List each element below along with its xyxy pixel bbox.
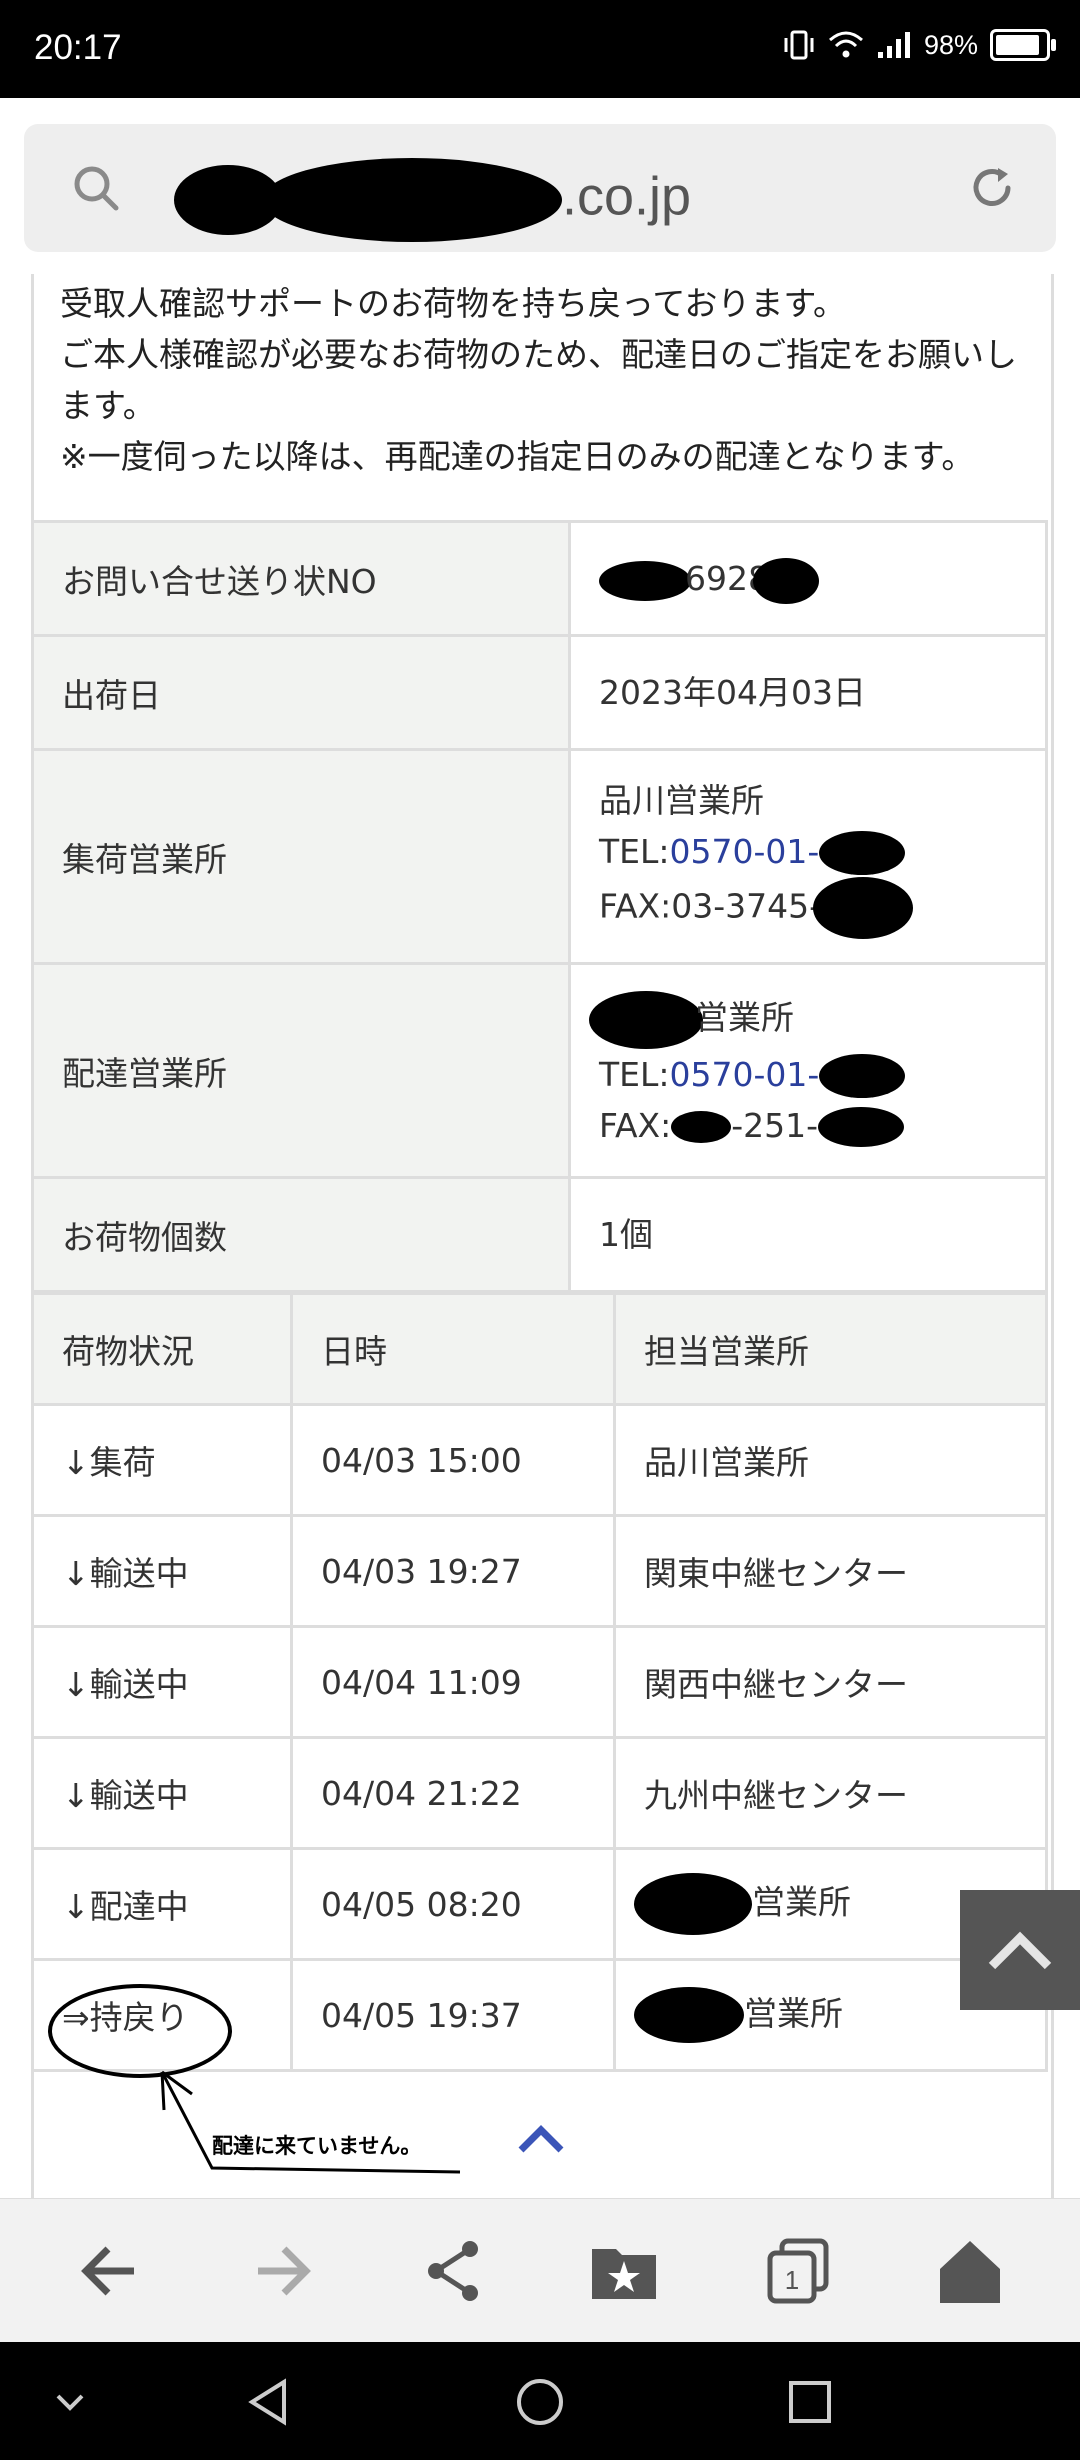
shipment-info-table: お問い合せ送り状NO 6928 出荷日 2023年04月03日 集荷営業所 品川… bbox=[31, 520, 1048, 1293]
status-bar: 20:17 98% bbox=[0, 0, 1080, 98]
search-icon bbox=[74, 166, 119, 211]
browser-toolbar: 1 bbox=[0, 2198, 1080, 2343]
pickup-office-label: 集荷営業所 bbox=[31, 748, 571, 965]
table-row: ↓配達中 04/05 08:20 営業所 bbox=[31, 1847, 1048, 1961]
scroll-top-button[interactable] bbox=[960, 1890, 1080, 2010]
vibrate-icon bbox=[784, 30, 814, 60]
table-row: ↓輸送中 04/04 11:09 関西中継センター bbox=[31, 1625, 1048, 1739]
row-office: 関西中継センター bbox=[613, 1625, 1048, 1739]
redacted-mark bbox=[589, 990, 703, 1049]
bookmark-icon[interactable] bbox=[588, 2235, 660, 2307]
row-status: ↓輸送中 bbox=[31, 1736, 293, 1850]
row-datetime: 04/03 19:27 bbox=[290, 1514, 616, 1628]
count-label: お荷物個数 bbox=[31, 1176, 571, 1293]
share-icon[interactable] bbox=[418, 2235, 490, 2307]
nav-back-icon[interactable] bbox=[240, 2372, 300, 2432]
ship-date-label: 出荷日 bbox=[31, 634, 571, 751]
tracking-header-row: 荷物状況 日時 担当営業所 bbox=[31, 1292, 1048, 1406]
row-datetime: 04/04 21:22 bbox=[290, 1736, 616, 1850]
pickup-office-value: 品川営業所 TEL:0570-01- FAX:03-3745- bbox=[568, 748, 1048, 965]
delivery-fax: FAX: -251- bbox=[599, 1100, 1017, 1151]
home-icon[interactable] bbox=[934, 2235, 1006, 2307]
pickup-fax: FAX:03-3745- bbox=[599, 876, 1017, 939]
battery-percent: 98% bbox=[923, 29, 978, 60]
redacted-mark bbox=[813, 876, 914, 939]
delivery-tel: TEL:0570-01- bbox=[599, 1049, 1017, 1100]
delivery-office-label: 配達営業所 bbox=[31, 962, 571, 1179]
tracking-history-table: 荷物状況 日時 担当営業所 ↓集荷 04/03 15:00 品川営業所 ↓輸送中… bbox=[31, 1292, 1048, 2072]
table-row: ↓輸送中 04/04 21:22 九州中継センター bbox=[31, 1736, 1048, 1850]
redacted-mark bbox=[634, 1873, 752, 1935]
delivery-tel-link[interactable]: 0570-01- bbox=[670, 1055, 820, 1094]
reload-icon[interactable] bbox=[964, 160, 1020, 216]
address-bar[interactable]: .co.jp bbox=[24, 124, 1056, 252]
annotation-text: 配達に来ていません。 bbox=[212, 2134, 422, 2158]
info-row-count: お荷物個数 1個 bbox=[31, 1176, 1048, 1293]
battery-icon bbox=[990, 29, 1056, 61]
row-office: 関東中継センター bbox=[613, 1514, 1048, 1628]
row-status: ↓配達中 bbox=[31, 1847, 293, 1961]
redacted-mark bbox=[752, 557, 819, 604]
delivery-office-value: 営業所 TEL:0570-01- FAX: -251- bbox=[568, 962, 1048, 1179]
row-datetime: 04/05 08:20 bbox=[290, 1847, 616, 1961]
col-office: 担当営業所 bbox=[613, 1292, 1048, 1406]
info-row-delivery-office: 配達営業所 営業所 TEL:0570-01- FAX: -251- bbox=[31, 962, 1048, 1179]
table-row: ↓輸送中 04/03 19:27 関東中継センター bbox=[31, 1514, 1048, 1628]
info-row-pickup-office: 集荷営業所 品川営業所 TEL:0570-01- FAX:03-3745- bbox=[31, 748, 1048, 965]
row-status: ↓輸送中 bbox=[31, 1514, 293, 1628]
status-icons: 98% bbox=[782, 28, 1056, 62]
notice-line: ※一度伺った以降は、再配達の指定日のみの配達となります。 bbox=[60, 437, 975, 476]
tracking-label: お問い合せ送り状NO bbox=[31, 520, 571, 637]
info-row-tracking: お問い合せ送り状NO 6928 bbox=[31, 520, 1048, 637]
row-status: ↓輸送中 bbox=[31, 1625, 293, 1739]
notice-line: 受取人確認サポートのお荷物を持ち戻っております。 bbox=[60, 284, 847, 323]
redacted-mark bbox=[262, 158, 562, 242]
table-row: ↓集荷 04/03 15:00 品川営業所 bbox=[31, 1403, 1048, 1517]
nav-recents-icon[interactable] bbox=[780, 2372, 840, 2432]
tracking-value: 6928 bbox=[568, 520, 1048, 637]
redacted-mark bbox=[819, 831, 906, 875]
pickup-tel-link[interactable]: 0570-01- bbox=[670, 832, 820, 871]
status-time: 20:17 bbox=[34, 28, 122, 67]
row-status: ↓集荷 bbox=[31, 1403, 293, 1517]
row-datetime: 04/04 11:09 bbox=[290, 1625, 616, 1739]
col-datetime: 日時 bbox=[290, 1292, 616, 1406]
col-status: 荷物状況 bbox=[31, 1292, 293, 1406]
row-office: 品川営業所 bbox=[613, 1403, 1048, 1517]
redacted-mark bbox=[634, 1987, 744, 2044]
tabs-icon[interactable]: 1 bbox=[762, 2235, 834, 2307]
chevron-down-icon[interactable] bbox=[40, 2372, 100, 2432]
url-text[interactable]: .co.jp bbox=[174, 158, 691, 242]
tab-count: 1 bbox=[785, 2265, 799, 2295]
redacted-mark bbox=[819, 1054, 906, 1098]
scroll-top-icon bbox=[988, 1931, 1052, 1970]
back-icon[interactable] bbox=[74, 2235, 146, 2307]
row-datetime: 04/03 15:00 bbox=[290, 1403, 616, 1517]
ship-date-value: 2023年04月03日 bbox=[568, 634, 1048, 751]
redacted-mark bbox=[599, 560, 691, 601]
notice-message: 受取人確認サポートのお荷物を持ち戻っております。 ご本人様確認が必要なお荷物のた… bbox=[60, 278, 1020, 482]
signal-icon bbox=[877, 32, 910, 58]
page-content: 受取人確認サポートのお荷物を持ち戻っております。 ご本人様確認が必要なお荷物のた… bbox=[0, 274, 1080, 2198]
row-office: 九州中継センター bbox=[613, 1736, 1048, 1850]
redacted-mark bbox=[818, 1107, 905, 1147]
info-row-ship-date: 出荷日 2023年04月03日 bbox=[31, 634, 1048, 751]
system-nav-bar bbox=[0, 2342, 1080, 2460]
redacted-mark bbox=[671, 1111, 732, 1143]
notice-line: ご本人様確認が必要なお荷物のため、配達日のご指定をお願いします。 bbox=[60, 335, 1017, 425]
chevron-up-icon[interactable] bbox=[516, 2118, 566, 2158]
pickup-tel: TEL:0570-01- bbox=[599, 826, 1017, 877]
pickup-office-name: 品川営業所 bbox=[599, 780, 764, 820]
forward-icon[interactable] bbox=[246, 2235, 318, 2307]
row-datetime: 04/05 19:37 bbox=[290, 1958, 616, 2072]
annotation-arrow bbox=[160, 2070, 461, 2174]
delivery-office-name: 営業所 bbox=[589, 990, 1017, 1049]
wifi-icon bbox=[828, 31, 863, 58]
browser-address-area: .co.jp bbox=[0, 98, 1080, 274]
count-value: 1個 bbox=[568, 1176, 1048, 1293]
nav-home-icon[interactable] bbox=[510, 2372, 570, 2432]
